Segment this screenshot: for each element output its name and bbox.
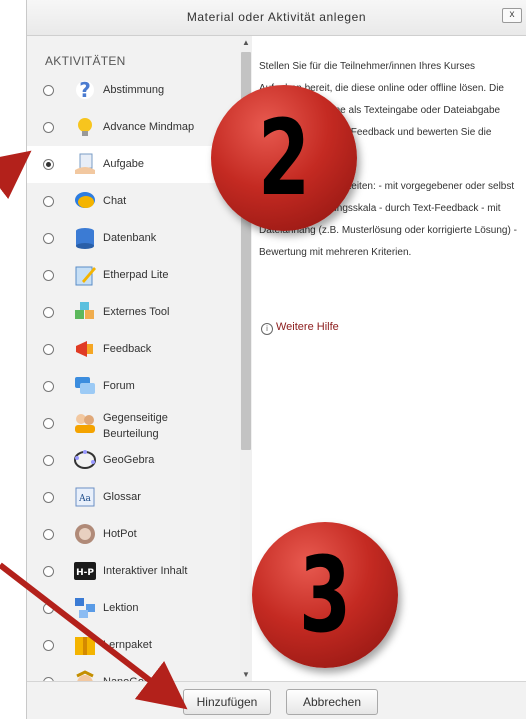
arrow-to-aufgabe: [0, 150, 32, 200]
annotation-arrows: [0, 150, 188, 710]
arrow-to-add-button: [0, 562, 188, 710]
